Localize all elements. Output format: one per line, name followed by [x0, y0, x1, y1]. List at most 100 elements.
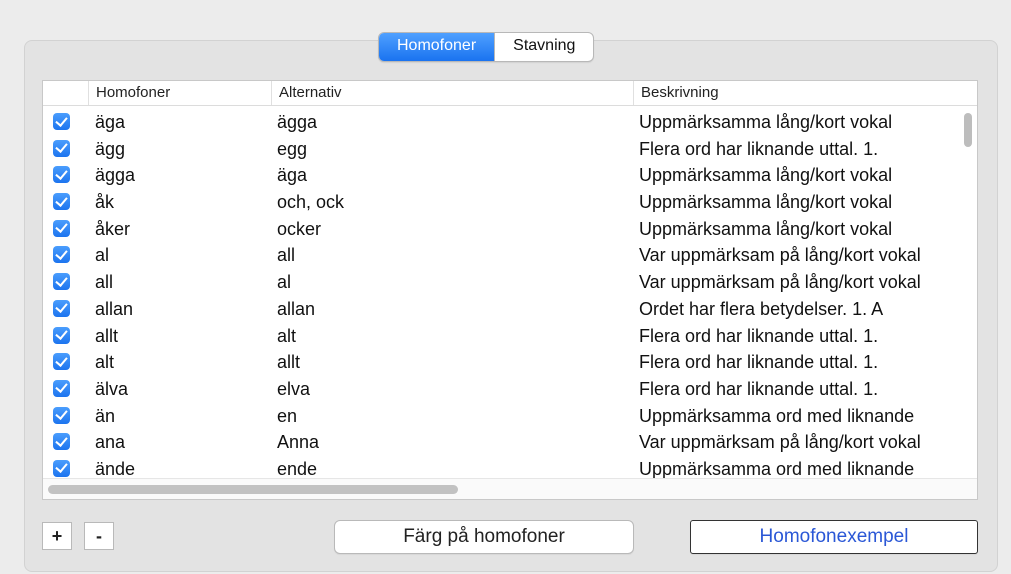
row-checkbox[interactable]	[53, 166, 70, 184]
cell-alternativ: egg	[277, 138, 308, 159]
row-checkbox[interactable]	[53, 326, 70, 344]
table-row[interactable]: åk och, ock Uppmärksamma lång/kort vokal	[43, 189, 958, 216]
row-checkbox-cell	[53, 166, 77, 184]
row-checkbox[interactable]	[53, 433, 70, 451]
row-checkbox-cell	[53, 219, 77, 237]
table-body: äga ägga Uppmärksamma lång/kort vokal ägg eg…	[43, 109, 958, 479]
cell-homofon: ägga	[95, 165, 136, 186]
row-checkbox-cell	[53, 433, 77, 451]
table-header: Homofoner Alternativ Beskrivning	[43, 81, 977, 106]
cell-homofon: åker	[95, 218, 131, 239]
table-row[interactable]: åker ocker Uppmärksamma lång/kort vokal	[43, 216, 958, 243]
vertical-scrollbar[interactable]	[964, 113, 972, 147]
cell-beskrivning: Flera ord har liknande uttal. 1.	[639, 378, 879, 399]
row-checkbox-cell	[53, 379, 77, 397]
cell-alternativ: allt	[277, 352, 301, 373]
table-row[interactable]: ände ende Uppmärksamma ord med liknande	[43, 456, 958, 479]
row-checkbox-cell	[53, 299, 77, 317]
table-row[interactable]: al all Var uppmärksam på lång/kort vokal	[43, 242, 958, 269]
cell-beskrivning: Uppmärksamma lång/kort vokal	[639, 165, 893, 186]
tab-segmented-control: Homofoner Stavning	[378, 32, 595, 62]
row-checkbox[interactable]	[53, 379, 70, 397]
table-row[interactable]: ägg egg Flera ord har liknande uttal. 1.	[43, 136, 958, 163]
row-checkbox[interactable]	[53, 193, 70, 211]
cell-alternativ: ende	[277, 458, 318, 479]
row-checkbox-cell	[53, 193, 77, 211]
table-row[interactable]: allt alt Flera ord har liknande uttal. 1.	[43, 323, 958, 350]
cell-alternativ: ägga	[277, 112, 318, 132]
row-checkbox-cell	[53, 459, 77, 477]
row-checkbox-cell	[53, 353, 77, 371]
header-checkbox-column	[43, 81, 88, 105]
cell-homofon: än	[95, 405, 116, 426]
row-checkbox[interactable]	[53, 459, 70, 477]
row-checkbox-cell	[53, 139, 77, 157]
cell-alternativ: al	[277, 272, 292, 293]
cell-homofon: allt	[95, 325, 119, 346]
cell-alternativ: och, ock	[277, 192, 345, 213]
cell-homofon: äga	[95, 112, 126, 132]
cell-beskrivning: Flera ord har liknande uttal. 1.	[639, 138, 879, 159]
tab-stavning[interactable]: Stavning	[494, 33, 593, 61]
cell-alternativ: allan	[277, 298, 316, 319]
table-row[interactable]: alt allt Flera ord har liknande uttal. 1.	[43, 349, 958, 376]
cell-homofon: åk	[95, 192, 115, 213]
row-checkbox[interactable]	[53, 353, 70, 371]
header-homofoner[interactable]: Homofoner	[88, 81, 271, 105]
cell-alternativ: elva	[277, 378, 311, 399]
table-row[interactable]: älva elva Flera ord har liknande uttal. 1.	[43, 376, 958, 403]
homophone-table: Homofoner Alternativ Beskrivning äga ägga…	[42, 80, 978, 500]
cell-alternativ: ocker	[277, 218, 322, 239]
cell-homofon: allan	[95, 298, 134, 319]
cell-homofon: ände	[95, 458, 136, 479]
cell-alternativ: en	[277, 405, 298, 426]
row-checkbox-cell	[53, 406, 77, 424]
cell-homofon: alt	[95, 352, 115, 373]
cell-beskrivning: Uppmärksamma lång/kort vokal	[639, 112, 893, 132]
row-checkbox[interactable]	[53, 406, 70, 424]
table-row[interactable]: äga ägga Uppmärksamma lång/kort vokal	[43, 109, 958, 136]
cell-homofon: all	[95, 272, 114, 293]
table-row[interactable]: allan allan Ordet har flera betydelser. 1.…	[43, 296, 958, 323]
row-checkbox[interactable]	[53, 139, 70, 157]
cell-alternativ: äga	[277, 165, 308, 186]
remove-button[interactable]: -	[84, 522, 114, 550]
table-row[interactable]: ägga äga Uppmärksamma lång/kort vokal	[43, 162, 958, 189]
row-checkbox-cell	[53, 246, 77, 264]
row-checkbox[interactable]	[53, 273, 70, 291]
cell-beskrivning: Flera ord har liknande uttal. 1.	[639, 325, 879, 346]
cell-beskrivning: Uppmärksamma ord med liknande	[639, 405, 915, 426]
header-beskrivning[interactable]: Beskrivning	[633, 81, 977, 105]
cell-beskrivning: Var uppmärksam på lång/kort vokal	[639, 432, 921, 453]
row-checkbox-cell	[53, 273, 77, 291]
tab-homofoner[interactable]: Homofoner	[379, 33, 495, 61]
horizontal-scrollbar[interactable]	[48, 485, 458, 494]
table-row[interactable]: ana Anna Var uppmärksam på lång/kort vokal	[43, 429, 958, 456]
cell-beskrivning: Var uppmärksam på lång/kort vokal	[639, 245, 921, 266]
row-checkbox[interactable]	[53, 219, 70, 237]
add-button[interactable]: +	[42, 522, 72, 550]
cell-beskrivning: Ordet har flera betydelser. 1. A	[639, 298, 884, 319]
cell-alternativ: Anna	[277, 432, 320, 453]
cell-beskrivning: Uppmärksamma ord med liknande	[639, 458, 915, 479]
table-row[interactable]: all al Var uppmärksam på lång/kort vokal	[43, 269, 958, 296]
row-checkbox-cell	[53, 326, 77, 344]
cell-beskrivning: Var uppmärksam på lång/kort vokal	[639, 272, 921, 293]
cell-homofon: ägg	[95, 138, 126, 159]
cell-beskrivning: Flera ord har liknande uttal. 1.	[639, 352, 879, 373]
cell-homofon: al	[95, 245, 110, 266]
cell-homofon: ana	[95, 432, 126, 453]
cell-homofon: älva	[95, 378, 129, 399]
row-checkbox[interactable]	[53, 299, 70, 317]
row-checkbox-cell	[53, 113, 77, 130]
cell-beskrivning: Uppmärksamma lång/kort vokal	[639, 192, 893, 213]
row-checkbox[interactable]	[53, 246, 70, 264]
cell-alternativ: alt	[277, 325, 297, 346]
color-homophones-button[interactable]: Färg på homofoner	[334, 520, 634, 554]
table-row[interactable]: än en Uppmärksamma ord med liknande	[43, 403, 958, 430]
header-alternativ[interactable]: Alternativ	[271, 81, 633, 105]
cell-alternativ: all	[277, 245, 296, 266]
cell-beskrivning: Uppmärksamma lång/kort vokal	[639, 218, 893, 239]
homophone-example-button[interactable]: Homofonexempel	[690, 520, 978, 554]
row-checkbox[interactable]	[53, 113, 70, 130]
